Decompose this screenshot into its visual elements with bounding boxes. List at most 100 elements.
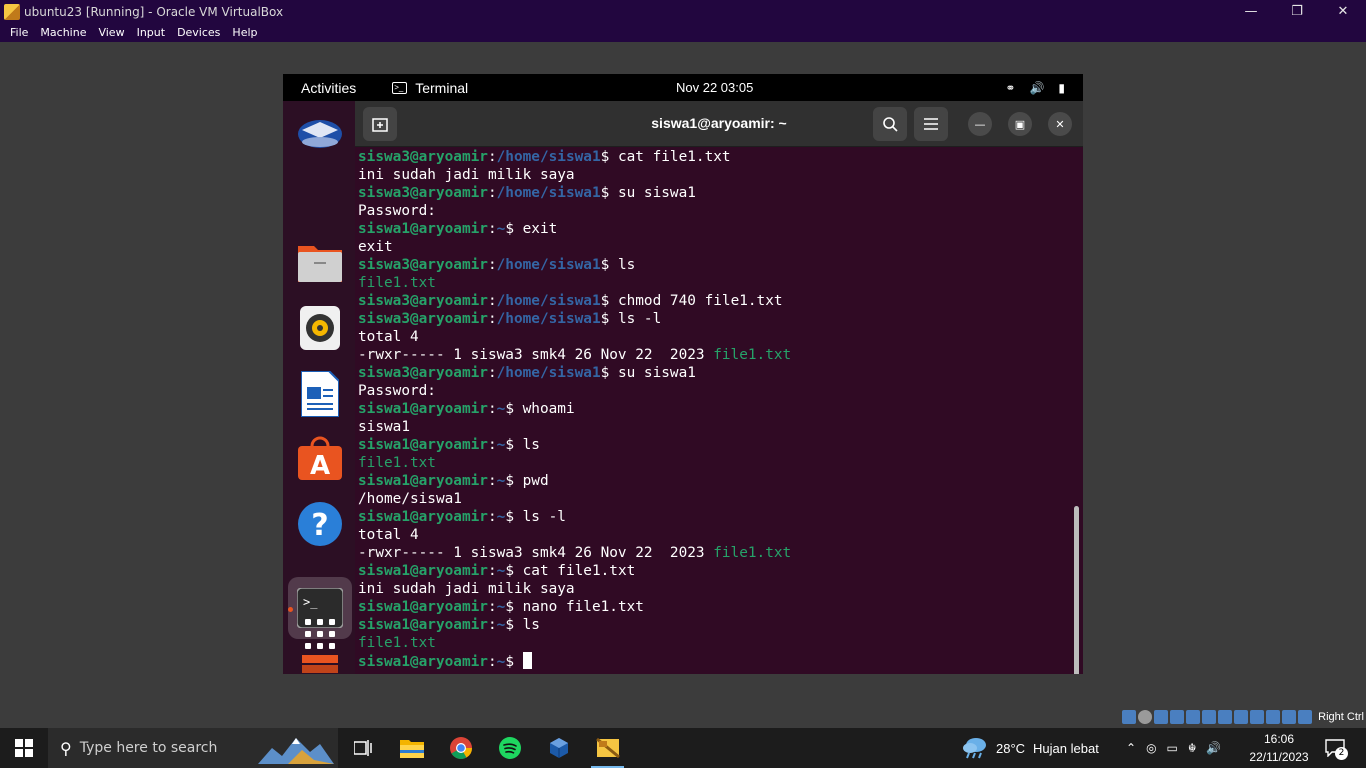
notification-center-button[interactable]: 2 xyxy=(1320,736,1350,760)
svg-text:?: ? xyxy=(311,508,328,543)
svg-text:A: A xyxy=(310,451,330,480)
terminal-output[interactable]: siswa3@aryoamir:/home/siswa1$ cat file1.… xyxy=(358,148,1073,674)
spotify-button[interactable] xyxy=(485,728,534,768)
menu-file[interactable]: File xyxy=(4,26,34,39)
close-icon[interactable]: ✕ xyxy=(1320,0,1366,23)
shared-folders-status-icon[interactable] xyxy=(1202,710,1217,724)
virtualbox-logo-icon xyxy=(4,3,20,20)
output-text: total 4 xyxy=(358,329,419,345)
file-explorer-button[interactable] xyxy=(387,728,436,768)
libreoffice-writer-icon[interactable] xyxy=(295,369,345,419)
menu-view[interactable]: View xyxy=(92,26,130,39)
meet-now-icon[interactable]: ◎ xyxy=(1146,741,1156,755)
prompt-path: /home/siswa1 xyxy=(496,311,601,327)
cpu-status-icon[interactable] xyxy=(1266,710,1281,724)
spotify-icon xyxy=(498,737,521,759)
rain-cloud-icon xyxy=(963,738,986,759)
usb-status-icon[interactable] xyxy=(1186,710,1201,724)
hdd-status-icon[interactable] xyxy=(1122,710,1137,724)
network-status-icon[interactable] xyxy=(1170,710,1185,724)
terminal-line: siswa3@aryoamir:/home/siswa1$ ls -l xyxy=(358,311,662,327)
chevron-up-icon[interactable]: ⌃ xyxy=(1126,741,1136,755)
output-text: ini sudah jadi milik saya xyxy=(358,581,575,597)
taskbar-search[interactable]: ⚲ Type here to search xyxy=(48,728,338,768)
activities-button[interactable]: Activities xyxy=(301,80,356,96)
menu-button[interactable] xyxy=(914,107,948,141)
search-placeholder: Type here to search xyxy=(79,740,218,756)
guest-screen[interactable]: Activities >_ Terminal Nov 22 03:05 ⚭ 🔊 … xyxy=(283,74,1083,674)
menu-input[interactable]: Input xyxy=(131,26,171,39)
terminal-line: siswa3@aryoamir:/home/siswa1$ su siswa1 xyxy=(358,185,696,201)
terminal-window[interactable]: siswa1@aryoamir: ~ — ▣ ✕ siswa3@aryoamir… xyxy=(355,101,1083,674)
scrollbar[interactable] xyxy=(1074,506,1079,674)
terminal-line: siswa1@aryoamir:~$ nano file1.txt xyxy=(358,599,644,615)
menu-machine[interactable]: Machine xyxy=(34,26,92,39)
volume-icon[interactable]: 🔊 xyxy=(1206,741,1221,755)
terminal-line: siswa3@aryoamir:/home/siswa1$ su siswa1 xyxy=(358,365,696,381)
output-text: /home/siswa1 xyxy=(358,491,462,507)
audio-status-icon[interactable] xyxy=(1154,710,1169,724)
prompt-user: siswa1@aryoamir xyxy=(358,599,488,615)
rhythmbox-icon[interactable] xyxy=(295,303,345,353)
chrome-button[interactable] xyxy=(436,728,485,768)
mouse-status-icon[interactable] xyxy=(1282,710,1297,724)
terminal-line: siswa1 xyxy=(358,418,1073,436)
prompt-user: siswa3@aryoamir xyxy=(358,185,488,201)
prompt-path: ~ xyxy=(496,437,506,453)
terminal-headerbar: siswa1@aryoamir: ~ — ▣ ✕ xyxy=(355,101,1083,147)
battery-icon[interactable]: ▭ xyxy=(1167,741,1178,755)
close-button[interactable]: ✕ xyxy=(1048,112,1072,136)
command-text: ls xyxy=(617,257,636,273)
command-text: ls -l xyxy=(522,509,566,525)
virtualbox-manager-button[interactable] xyxy=(534,728,583,768)
menu-help[interactable]: Help xyxy=(226,26,263,39)
thunderbird-icon[interactable] xyxy=(295,109,345,159)
chrome-icon xyxy=(449,737,472,759)
system-tray: ⌃ ◎ ▭ ☬ 🔊 xyxy=(1126,728,1221,768)
optical-status-icon[interactable] xyxy=(1138,710,1153,724)
search-button[interactable] xyxy=(873,107,907,141)
weather-widget[interactable]: 28°C Hujan lebat xyxy=(962,728,1099,768)
prompt-user: siswa1@aryoamir xyxy=(358,617,488,633)
prompt-user: siswa1@aryoamir xyxy=(358,437,488,453)
display-status-icon[interactable] xyxy=(1218,710,1233,724)
help-icon[interactable]: ? xyxy=(295,499,345,549)
output-text: Password: xyxy=(358,203,436,219)
app-menu[interactable]: >_ Terminal xyxy=(392,80,468,96)
keyboard-status-icon[interactable] xyxy=(1298,710,1313,724)
recording-status-icon[interactable] xyxy=(1234,710,1249,724)
terminal-line: -rwxr----- 1 siswa3 smk4 26 Nov 22 2023 … xyxy=(358,346,1073,364)
app-center-icon[interactable]: A xyxy=(295,433,345,483)
taskbar-clock[interactable]: 16:06 22/11/2023 xyxy=(1244,730,1314,766)
prompt-user: siswa3@aryoamir xyxy=(358,257,488,273)
windows-taskbar: ⚲ Type here to search 28°C Hujan lebat ⌃… xyxy=(0,728,1366,768)
vbox-statusbar: Right Ctrl xyxy=(1122,707,1366,727)
terminal-line: siswa1@aryoamir:~$ ls xyxy=(358,617,540,633)
maximize-button[interactable]: ▣ xyxy=(1008,112,1032,136)
wifi-icon[interactable]: ☬ xyxy=(1188,741,1197,755)
app-menu-label: Terminal xyxy=(415,79,469,96)
start-button[interactable] xyxy=(0,728,48,768)
terminal-line: -rwxr----- 1 siswa3 smk4 26 Nov 22 2023 … xyxy=(358,544,1073,562)
task-view-button[interactable] xyxy=(338,728,387,768)
system-tray[interactable]: ⚭ 🔊 ▮ xyxy=(1005,81,1065,95)
files-icon[interactable] xyxy=(295,237,345,287)
prompt-user: siswa1@aryoamir xyxy=(358,401,488,417)
command-text: cat file1.txt xyxy=(522,563,636,579)
file-name: file1.txt xyxy=(713,545,792,561)
terminal-line: total 4 xyxy=(358,328,1073,346)
weather-desc: Hujan lebat xyxy=(1033,740,1099,756)
menu-devices[interactable]: Devices xyxy=(171,26,226,39)
clock[interactable]: Nov 22 03:05 xyxy=(676,80,753,95)
restore-icon[interactable]: ❐ xyxy=(1274,0,1320,23)
terminal-line: file1.txt xyxy=(358,454,1073,472)
prompt-path: /home/siswa1 xyxy=(496,149,601,165)
output-text: total 4 xyxy=(358,527,419,543)
task-view-icon xyxy=(353,740,372,756)
hamburger-icon xyxy=(924,118,938,130)
show-apps-icon[interactable] xyxy=(295,609,345,659)
minimize-button[interactable]: — xyxy=(968,112,992,136)
vt-status-icon[interactable] xyxy=(1250,710,1265,724)
virtualbox-vm-button[interactable] xyxy=(583,728,632,768)
minimize-icon[interactable]: — xyxy=(1228,0,1274,23)
